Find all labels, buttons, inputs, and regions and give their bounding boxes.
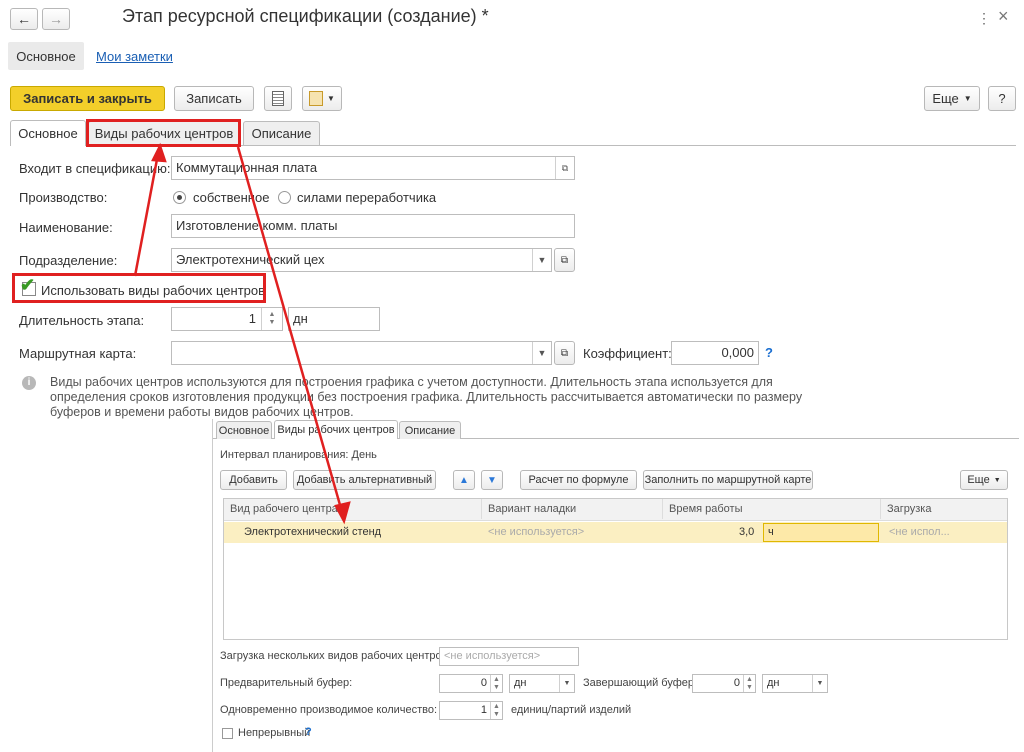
arrowhead-row [334,501,351,525]
annotation-arrows [133,142,351,525]
arrow-tab-to-row [236,146,344,513]
arrowhead-tab [151,142,167,163]
arrow-checkbox-to-tab [133,153,160,277]
